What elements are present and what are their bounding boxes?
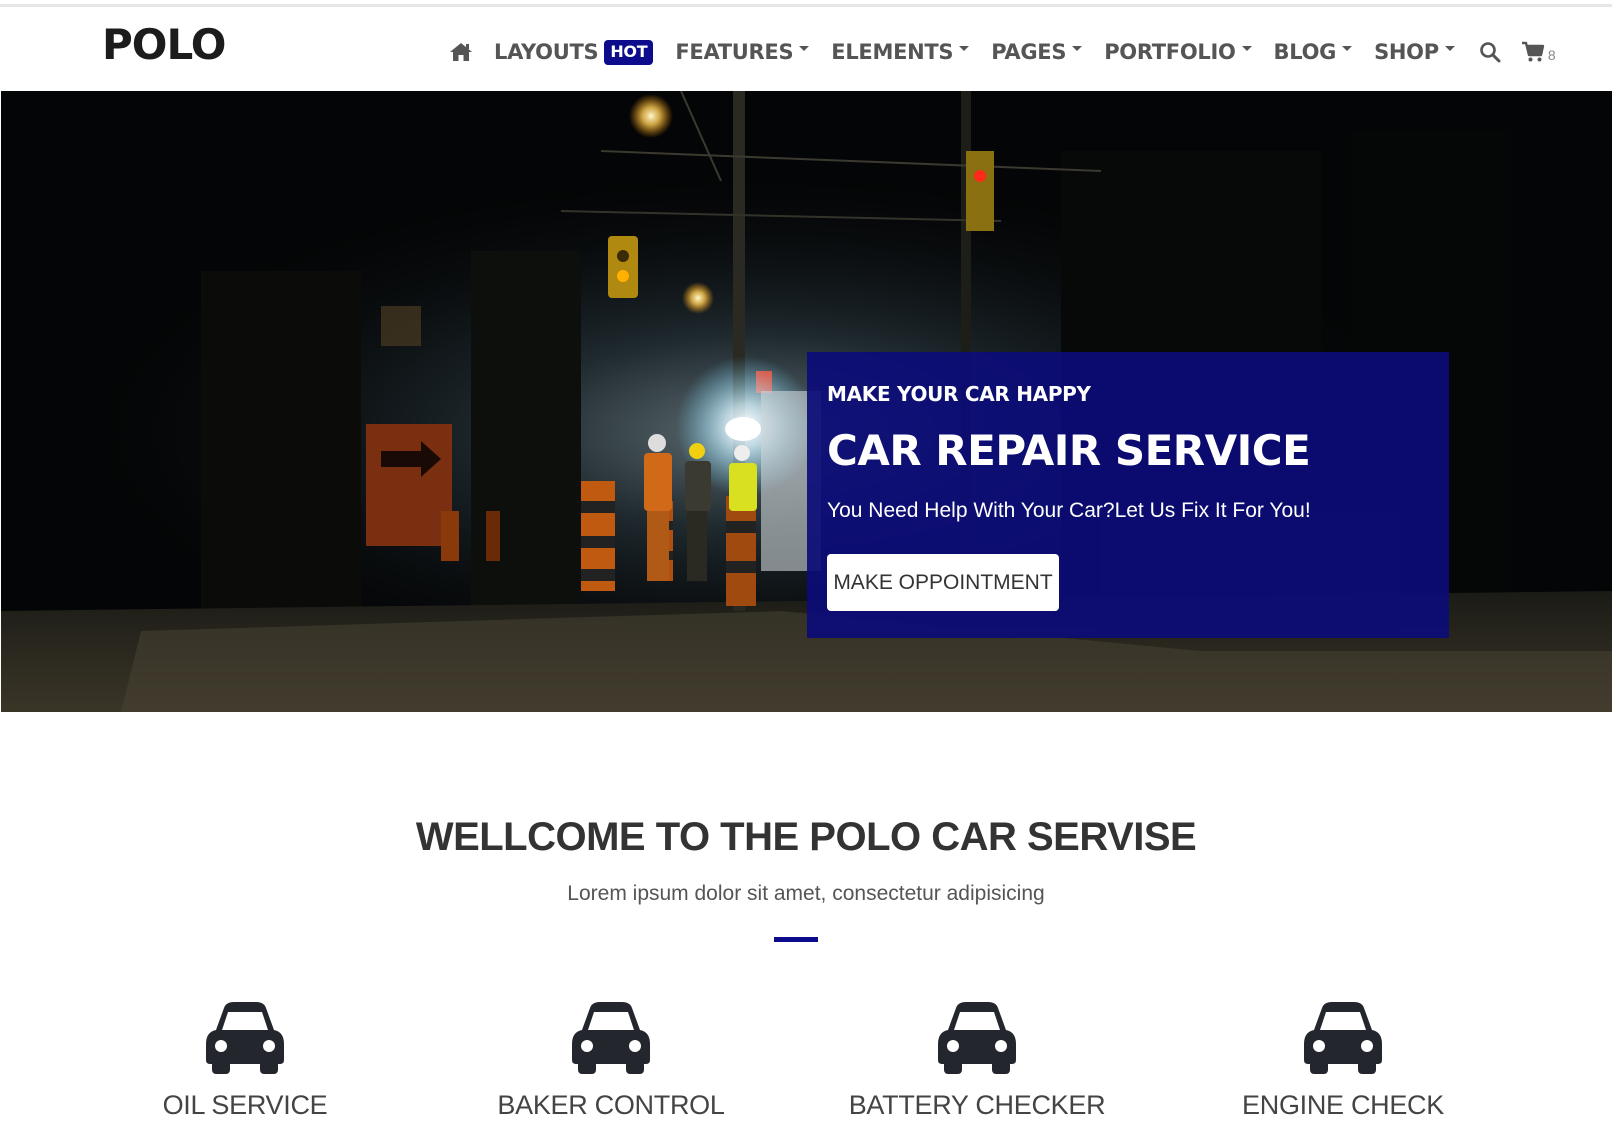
home-icon[interactable]: [448, 41, 474, 63]
hero-subtitle: You Need Help With Your Car?Let Us Fix I…: [827, 499, 1311, 522]
nav-item-shop[interactable]: SHOP: [1374, 40, 1455, 64]
nav-item-label: LAYOUTS: [494, 40, 599, 64]
car-icon: [206, 1002, 284, 1074]
section-divider: [774, 937, 818, 942]
nav-item-portfolio[interactable]: PORTFOLIO: [1104, 40, 1252, 64]
nav-item-label: FEATURES: [675, 40, 794, 64]
nav-item-label: BLOG: [1273, 40, 1337, 64]
service-label: BAKER CONTROL: [497, 1090, 725, 1120]
nav-item-label: ELEMENTS: [831, 40, 954, 64]
welcome-title: WELLCOME TO THE POLO CAR SERVISE: [415, 815, 1197, 859]
car-icon: [1304, 1002, 1382, 1074]
main-nav: LAYOUTS HOT FEATURES ELEMENTS PAGES PORT…: [448, 32, 1556, 72]
site-logo[interactable]: POLO: [102, 20, 226, 69]
car-icon: [572, 1002, 650, 1074]
nav-item-label: PORTFOLIO: [1104, 40, 1236, 64]
hero-callout: MAKE YOUR CAR HAPPY CAR REPAIR SERVICE Y…: [807, 352, 1449, 638]
nav-item-blog[interactable]: BLOG: [1274, 40, 1353, 64]
nav-item-elements[interactable]: ELEMENTS: [831, 40, 970, 64]
site-header: POLO LAYOUTS HOT FEATURES ELEMENTS PAGES…: [0, 8, 1612, 90]
service-label: BATTERY CHECKER: [848, 1090, 1106, 1120]
service-battery[interactable]: BATTERY CHECKER: [817, 1000, 1137, 1121]
nav-item-label: SHOP: [1374, 40, 1439, 64]
make-appointment-button[interactable]: MAKE OPPOINTMENT: [827, 554, 1059, 611]
top-divider: [0, 4, 1612, 7]
caret-down-icon: [959, 45, 970, 51]
service-label: OIL SERVICE: [162, 1090, 328, 1120]
hot-badge: HOT: [604, 39, 654, 65]
caret-down-icon: [1444, 45, 1455, 51]
caret-down-icon: [1241, 45, 1252, 51]
caret-down-icon: [1072, 45, 1083, 51]
service-baker[interactable]: BAKER CONTROL: [451, 1000, 771, 1121]
service-engine[interactable]: ENGINE CHECK: [1183, 1000, 1503, 1121]
cart-icon[interactable]: 8: [1521, 41, 1556, 63]
nav-item-pages[interactable]: PAGES: [991, 40, 1083, 64]
hero-title: CAR REPAIR SERVICE: [827, 426, 1311, 475]
hero-kicker: MAKE YOUR CAR HAPPY: [827, 382, 1091, 406]
nav-item-layouts[interactable]: LAYOUTS HOT: [494, 39, 654, 65]
nav-item-features[interactable]: FEATURES: [675, 40, 810, 64]
caret-down-icon: [799, 45, 810, 51]
cart-count: 8: [1547, 47, 1556, 63]
welcome-subtitle: Lorem ipsum dolor sit amet, consectetur …: [567, 882, 1045, 905]
car-icon: [938, 1002, 1016, 1074]
hero-banner: MAKE YOUR CAR HAPPY CAR REPAIR SERVICE Y…: [1, 91, 1612, 712]
caret-down-icon: [1342, 45, 1353, 51]
search-icon[interactable]: [1479, 41, 1501, 63]
service-oil[interactable]: OIL SERVICE: [85, 1000, 405, 1121]
service-label: ENGINE CHECK: [1242, 1090, 1444, 1120]
nav-item-label: PAGES: [991, 40, 1067, 64]
page: POLO LAYOUTS HOT FEATURES ELEMENTS PAGES…: [0, 0, 1623, 1148]
